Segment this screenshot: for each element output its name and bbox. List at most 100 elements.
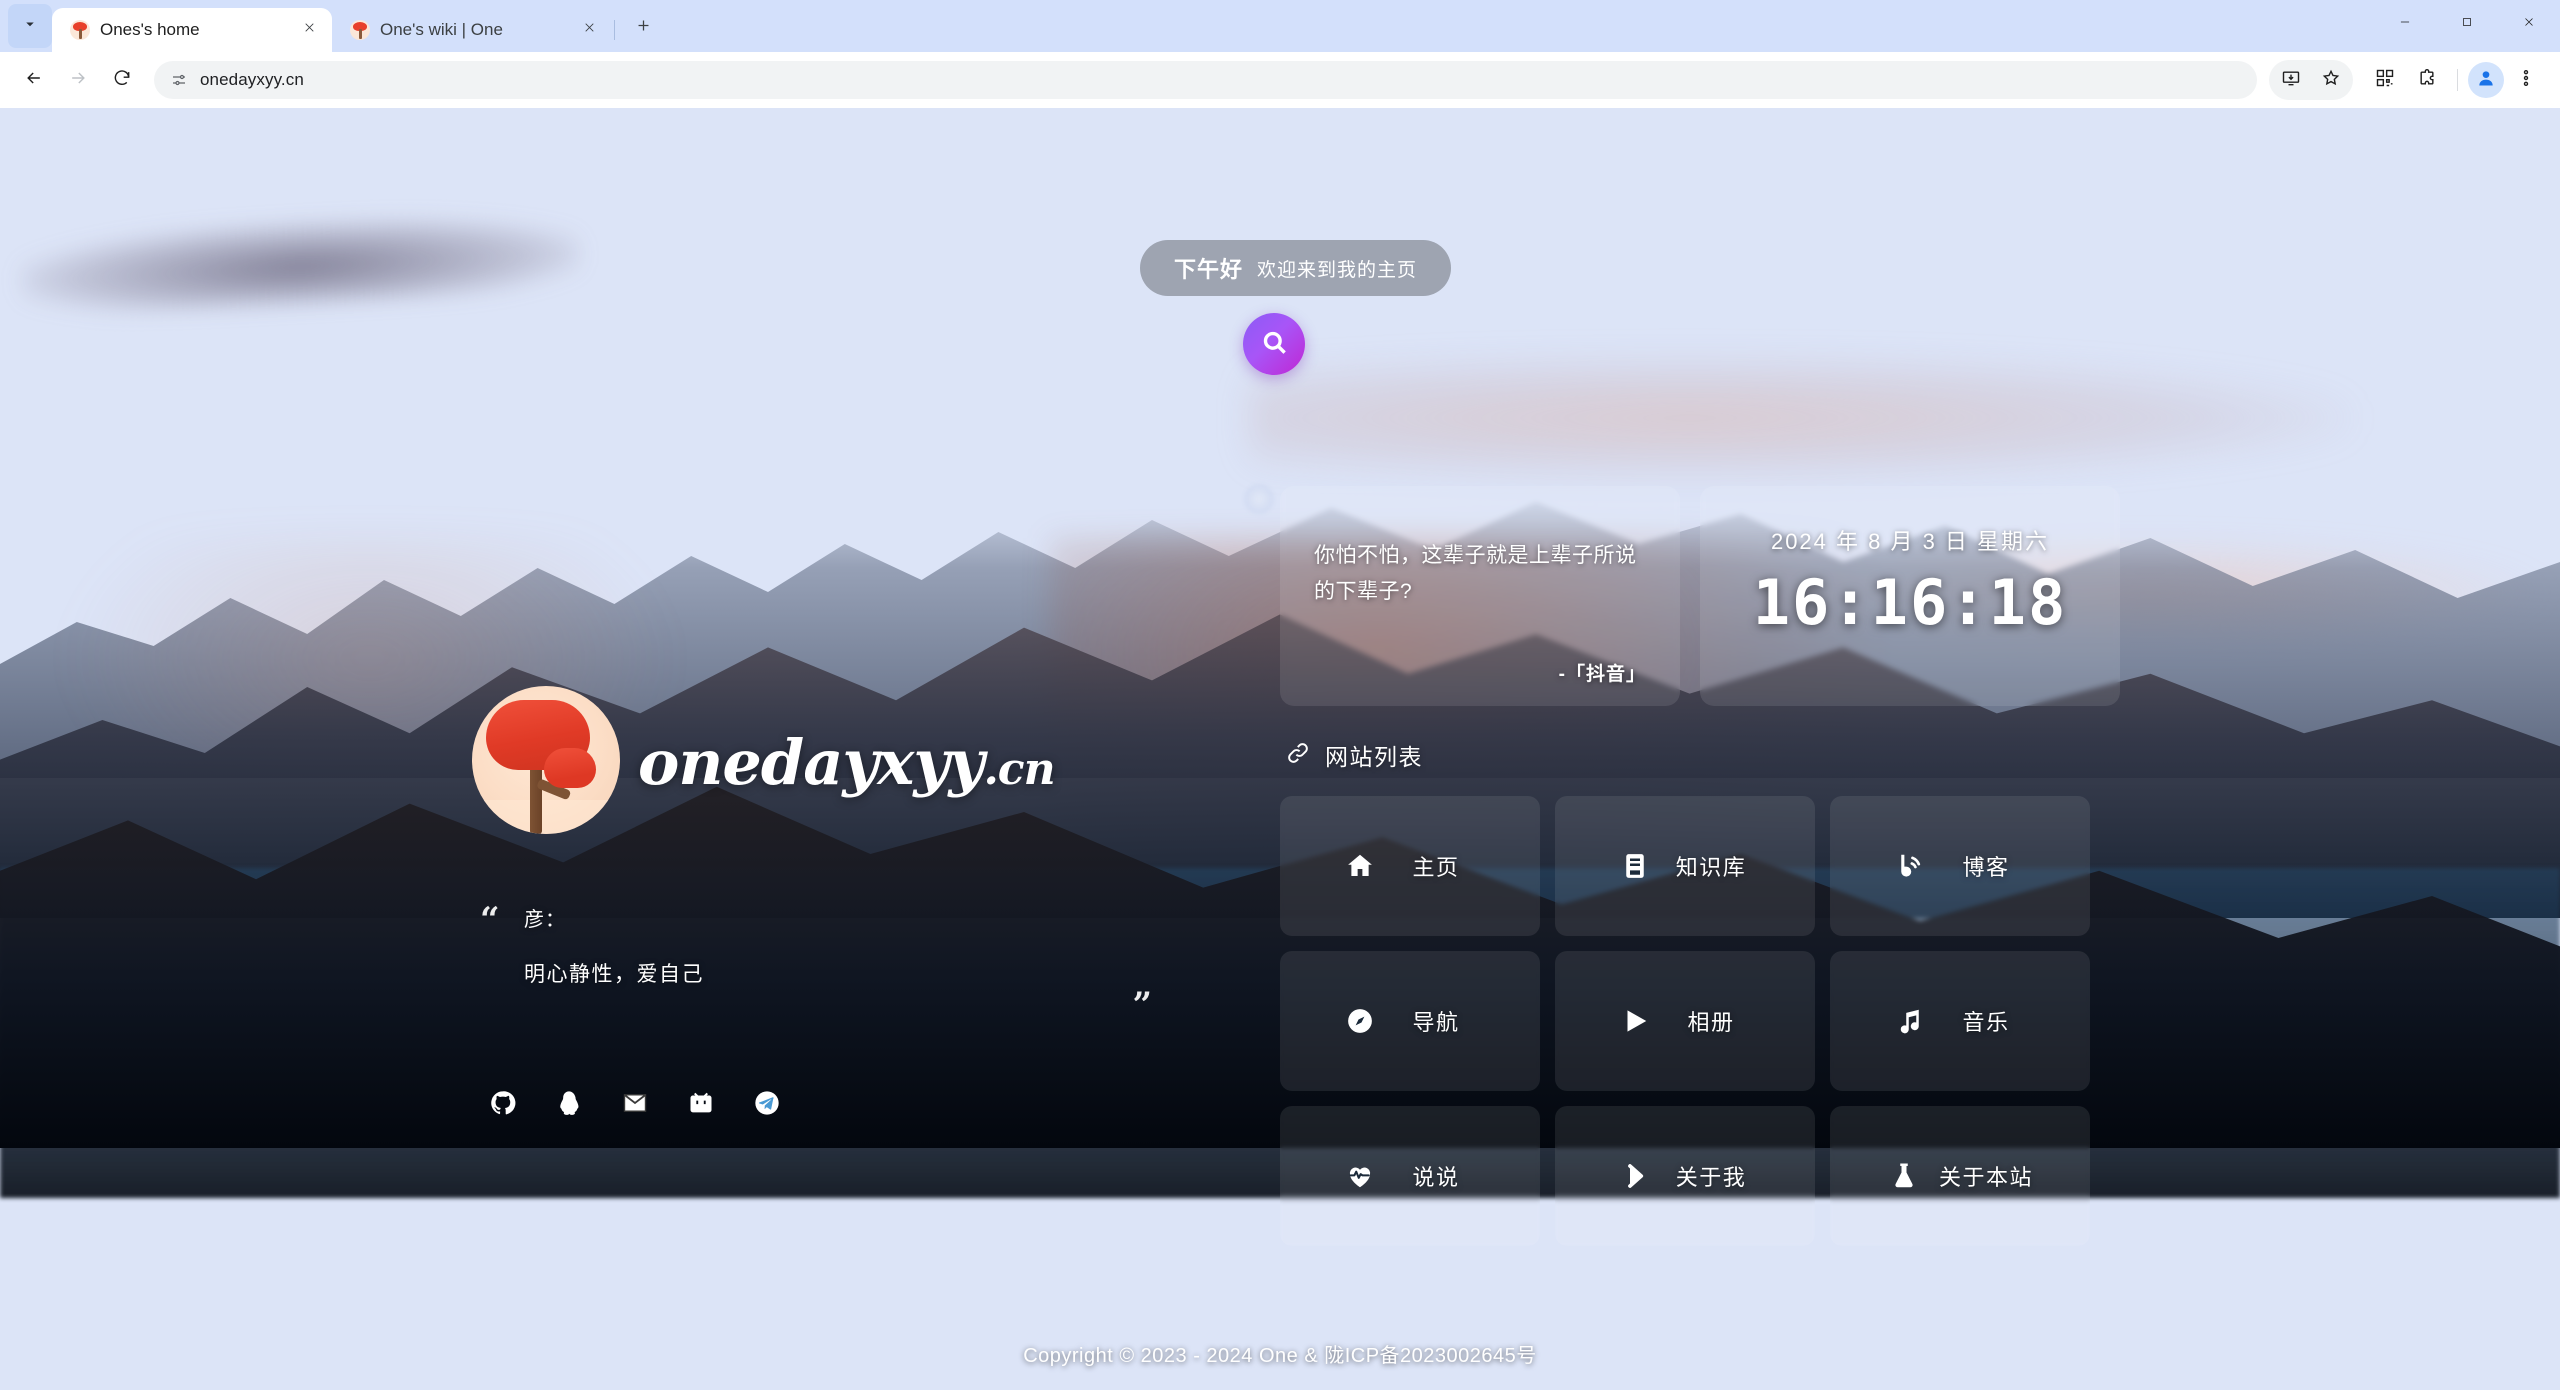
clock-card: 2024 年 8 月 3 日 星期六 16:16:18 [1700, 486, 2120, 706]
compass-icon [1343, 1004, 1377, 1038]
clock-time: 16:16:18 [1752, 566, 2068, 639]
tile-label: 关于我 [1675, 1165, 1747, 1190]
tile-label: 博客 [1962, 855, 2010, 880]
maximize-button[interactable] [2436, 0, 2498, 48]
github-icon[interactable] [488, 1088, 518, 1118]
install-app-button[interactable] [2271, 60, 2311, 100]
greeting-text: 欢迎来到我的主页 [1257, 259, 1418, 281]
hitokoto-card: 你怕不怕，这辈子就是上辈子所说的下辈子? -「抖音」 [1280, 486, 1680, 706]
address-bar-url: onedayxyy.cn [200, 70, 304, 89]
arrow-right-icon [68, 68, 88, 93]
heartbeat-icon [1343, 1159, 1377, 1193]
omnibox-action-pill [2269, 60, 2353, 100]
tab-close-button[interactable] [296, 17, 322, 43]
tile-music[interactable]: 音乐 [1830, 951, 2090, 1091]
tile-knowledge-base[interactable]: 知识库 [1555, 796, 1815, 936]
tree-favicon [350, 20, 370, 40]
telegram-icon[interactable] [752, 1088, 782, 1118]
tab-divider [614, 20, 615, 40]
quote-author: 彦： [524, 909, 566, 931]
flask-icon [1887, 1159, 1921, 1193]
close-window-button[interactable] [2498, 0, 2560, 48]
minimize-button[interactable] [2374, 0, 2436, 48]
tab-close-button[interactable] [576, 17, 602, 43]
close-icon [2522, 15, 2536, 34]
chevron-down-icon [21, 15, 39, 38]
tile-about-me[interactable]: 关于我 [1555, 1106, 1815, 1246]
site-list-heading-label: 网站列表 [1325, 744, 1423, 770]
tile-label: 相册 [1687, 1010, 1735, 1035]
extensions-button[interactable] [2407, 60, 2447, 100]
toolbar-actions [2269, 60, 2546, 100]
arrow-left-icon [24, 68, 44, 93]
tile-talks[interactable]: 说说 [1280, 1106, 1540, 1246]
bookmark-button[interactable] [2311, 60, 2351, 100]
site-title: onedayxyy.cn [638, 726, 1056, 799]
tab-title: Ones's home [100, 20, 200, 39]
browser-toolbar: onedayxyy.cn [0, 52, 2560, 108]
install-icon [2281, 68, 2301, 93]
tile-label: 说说 [1412, 1165, 1460, 1190]
more-vertical-icon [2516, 68, 2536, 93]
site-list-tiles: 主页 知识库 博客 导航 相册 音乐 说说 关于我 关于本站 [1280, 796, 2090, 1246]
search-button[interactable] [1243, 313, 1305, 375]
quote-text: 明心静性，爱自己 [524, 963, 704, 986]
tab-search-button[interactable] [8, 4, 52, 48]
tile-navigation[interactable]: 导航 [1280, 951, 1540, 1091]
site-title-tld: .cn [983, 744, 1055, 795]
reload-icon [112, 68, 132, 93]
reload-button[interactable] [102, 60, 142, 100]
tile-about-site[interactable]: 关于本站 [1830, 1106, 2090, 1246]
tab-ones-wiki[interactable]: One's wiki | One [332, 8, 612, 52]
close-icon [303, 21, 316, 39]
tile-album[interactable]: 相册 [1555, 951, 1815, 1091]
tile-home[interactable]: 主页 [1280, 796, 1540, 936]
play-icon [1618, 1004, 1652, 1038]
quote-open-mark: “ [480, 900, 500, 940]
maximize-icon [2460, 15, 2474, 34]
music-note-icon [1893, 1004, 1927, 1038]
tab-ones-home[interactable]: Ones's home [52, 8, 332, 52]
new-tab-button[interactable] [623, 8, 663, 48]
greeting-banner: 下午好 欢迎来到我的主页 [1140, 240, 1452, 296]
tune-icon[interactable] [170, 71, 188, 89]
bilibili-icon[interactable] [686, 1088, 716, 1118]
back-button[interactable] [14, 60, 54, 100]
greeting-strong: 下午好 [1174, 257, 1244, 282]
site-title-name: onedayxyy [638, 726, 984, 799]
link-chain-icon [1285, 740, 1311, 771]
qq-icon[interactable] [554, 1088, 584, 1118]
personal-quote-block: “ 彦： 明心静性，爱自己 ” [480, 900, 1152, 1022]
tile-label: 音乐 [1962, 1010, 2010, 1035]
logo-ground [472, 800, 620, 834]
tree-favicon [70, 20, 90, 40]
qr-code-icon [2375, 68, 2395, 93]
profile-button[interactable] [2468, 62, 2504, 98]
chrome-menu-button[interactable] [2506, 60, 2546, 100]
tile-label: 知识库 [1675, 855, 1747, 880]
hitokoto-source: -「抖音」 [1558, 664, 1646, 685]
footer-copyright: Copyright © 2023 - 2024 One & 陇ICP备20230… [1023, 1345, 1537, 1367]
forward-button[interactable] [58, 60, 98, 100]
minimize-icon [2398, 15, 2412, 34]
qr-code-button[interactable] [2365, 60, 2405, 100]
logo-crown-small [544, 748, 596, 788]
quote-close-mark: ” [1132, 985, 1152, 1025]
tile-blog[interactable]: 博客 [1830, 796, 2090, 936]
cloud-decoration [1250, 358, 2350, 478]
tab-strip: Ones's home One's wiki | One [0, 0, 2560, 52]
tab-title: One's wiki | One [380, 20, 503, 39]
email-icon[interactable] [620, 1088, 650, 1118]
browser-window: Ones's home One's wiki | One onedayxyy.c… [0, 0, 2560, 1390]
address-bar[interactable]: onedayxyy.cn [154, 61, 2257, 99]
close-icon [583, 21, 596, 39]
hitokoto-text: 你怕不怕，这辈子就是上辈子所说的下辈子? [1314, 544, 1637, 603]
toolbar-separator [2457, 69, 2458, 91]
search-icon [1261, 329, 1288, 359]
clock-date: 2024 年 8 月 3 日 星期六 [1770, 529, 2050, 554]
profile-avatar-icon [2476, 68, 2496, 93]
home-icon [1343, 849, 1377, 883]
tile-label: 主页 [1412, 855, 1460, 880]
site-logo[interactable] [472, 686, 620, 834]
moon-decoration [1243, 483, 1275, 515]
